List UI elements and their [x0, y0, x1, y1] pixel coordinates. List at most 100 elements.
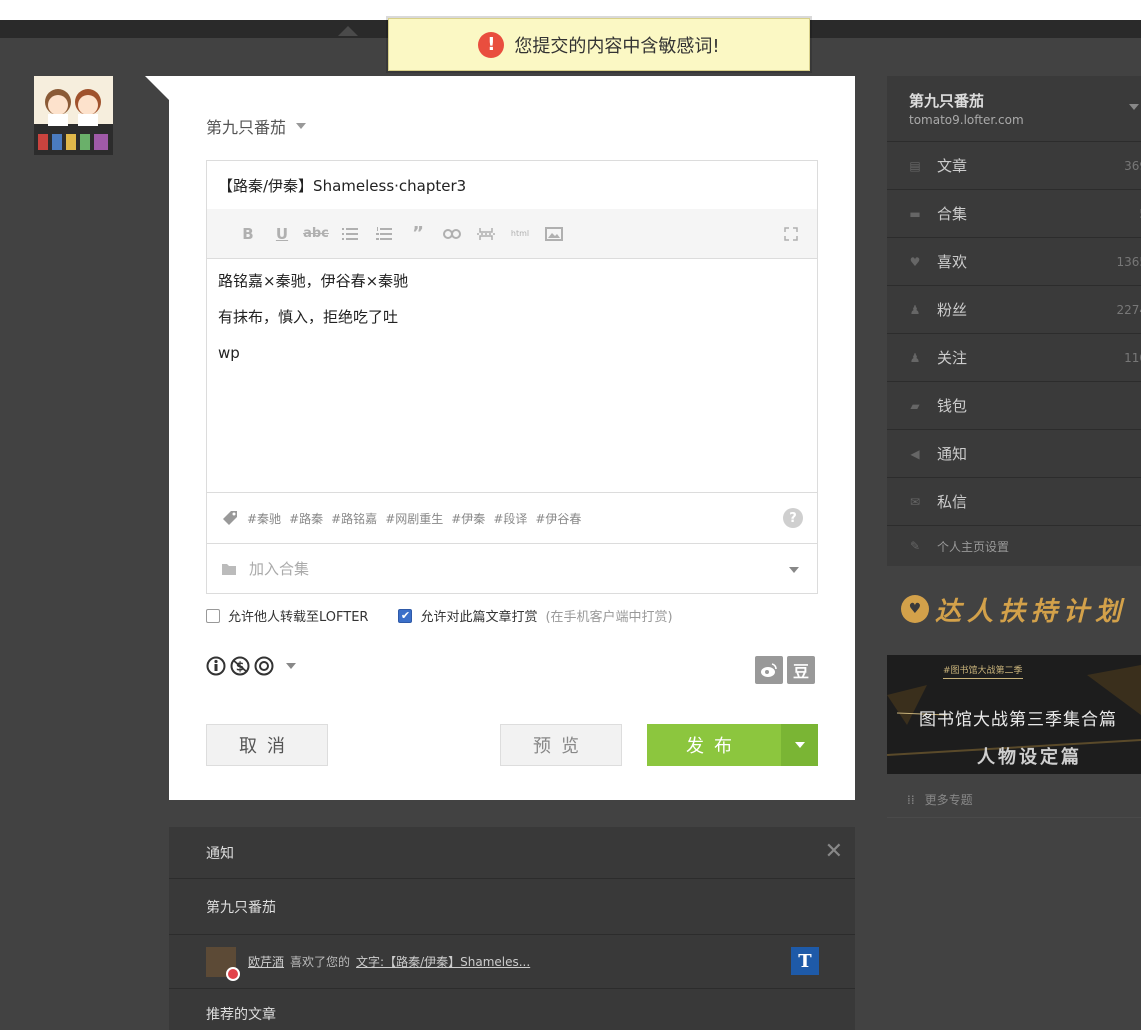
bold-icon[interactable]: B [231, 219, 265, 249]
alert-icon: ! [478, 31, 505, 58]
douban-icon[interactable]: 豆 [787, 656, 815, 684]
sidebar-blog-url: tomato9.lofter.com [909, 113, 1024, 127]
sidebar-item-label: 合集 [937, 205, 968, 223]
bullet-list-icon[interactable] [333, 219, 367, 249]
tag-item[interactable]: #伊秦 [451, 510, 485, 527]
more-topics-link[interactable]: ⁞⁞ 更多专题 [887, 782, 1141, 818]
sidebar-item-following[interactable]: ♟ 关注 110 [887, 334, 1141, 382]
article-icon: ▤ [909, 158, 921, 173]
tag-item[interactable]: #伊谷春 [535, 510, 581, 527]
tag-icon [223, 511, 237, 525]
sidebar-profile-header[interactable]: 第九只番茄 tomato9.lofter.com [887, 76, 1141, 142]
tag-item[interactable]: #路铭嘉 [331, 510, 377, 527]
quote-icon[interactable]: ” [401, 219, 435, 249]
topic-banner[interactable]: #图书馆大战第二季 图书馆大战第三季集合篇 人物设定篇 [887, 655, 1141, 774]
sidebar-item-collections[interactable]: ▬ 合集 5 [887, 190, 1141, 238]
publish-options-button[interactable] [781, 724, 818, 766]
editor-pointer [145, 76, 169, 100]
tag-item[interactable]: #路秦 [289, 510, 323, 527]
link-icon[interactable] [435, 219, 469, 249]
close-icon[interactable]: ✕ [825, 839, 843, 864]
numbered-list-icon[interactable] [367, 219, 401, 249]
profile-settings-label: 个人主页设置 [937, 539, 1010, 554]
cancel-button[interactable]: 取消 [206, 724, 328, 766]
collection-placeholder: 加入合集 [249, 560, 310, 578]
speaker-icon: ◀ [910, 446, 920, 461]
blog-selector[interactable]: 第九只番茄 [206, 114, 307, 138]
profile-settings-link[interactable]: ✎ 个人主页设置 [887, 526, 1141, 566]
sidebar-item-wallet[interactable]: ▰ 钱包 [887, 382, 1141, 430]
notification-user-link[interactable]: 欧芹酒 [248, 953, 284, 970]
underline-icon[interactable]: U [265, 219, 299, 249]
heart-icon: ♥ [909, 254, 921, 269]
wrench-icon: ✎ [909, 539, 921, 553]
allow-reward-checkbox[interactable]: ✔ [398, 608, 413, 623]
allow-repost-checkbox[interactable] [206, 608, 220, 623]
sidebar-item-count: 110 [1124, 350, 1141, 365]
sidebar-item-label: 文章 [937, 157, 968, 175]
recommended-header: 推荐的文章 [169, 989, 855, 1030]
license-selector[interactable]: $ [206, 656, 296, 676]
image-icon[interactable] [537, 219, 571, 249]
sidebar-item-count: 2274 [1116, 302, 1141, 317]
tag-item[interactable]: #秦驰 [247, 510, 281, 527]
warning-message: 您提交的内容中含敏感词! [514, 35, 720, 57]
post-title-input[interactable] [206, 160, 818, 210]
notification-target-link[interactable]: 文字:【路秦/伊秦】Shameles... [356, 953, 530, 970]
post-body-editor[interactable]: 路铭嘉×秦驰，伊谷春×秦驰 有抹布，慎入，拒绝吃了吐 wp [206, 258, 818, 493]
publish-button[interactable]: 发布 [647, 724, 781, 766]
profile-sidebar: 第九只番茄 tomato9.lofter.com ▤ 文章 369 ▬ 合集 5… [887, 76, 1141, 566]
user-avatar[interactable] [34, 76, 113, 155]
recommended-title: 推荐的文章 [206, 1006, 276, 1023]
sidebar-item-label: 关注 [937, 349, 968, 367]
sensitive-word-warning: ! 您提交的内容中含敏感词! [388, 18, 810, 71]
tag-item[interactable]: #段译 [493, 510, 527, 527]
sidebar-item-label: 私信 [937, 493, 968, 511]
tags-field[interactable]: #秦驰 #路秦 #路铭嘉 #网剧重生 #伊秦 #段译 #伊谷春 ? [206, 492, 818, 544]
top-white-strip [0, 0, 1141, 20]
creative-commons-noncommercial-icon: $ [230, 656, 250, 676]
collection-icon: ▬ [909, 206, 921, 221]
sidebar-item-count: 1365 [1116, 254, 1141, 269]
expert-support-banner[interactable]: ♥ 达人扶持计划 [887, 584, 1141, 634]
sidebar-item-notifications[interactable]: ◀ 通知 [887, 430, 1141, 478]
sidebar-item-label: 喜欢 [937, 253, 968, 271]
sidebar-item-label: 通知 [937, 445, 968, 463]
notification-header: 通知 [169, 827, 855, 879]
avatar-illustration-icon [34, 76, 113, 155]
post-editor: 第九只番茄 B U abc ” html 路铭嘉×秦驰，伊谷春×秦驰 有抹布，慎… [169, 76, 855, 800]
page-break-icon[interactable] [469, 219, 503, 249]
body-line-3: wp [218, 344, 240, 362]
allow-reward-label: 允许对此篇文章打赏 [420, 610, 538, 625]
more-topics-label: 更多专题 [924, 793, 973, 807]
creative-commons-attribution-icon [206, 656, 226, 676]
preview-button[interactable]: 预览 [500, 724, 622, 766]
notification-item[interactable]: 欧芹酒 喜欢了您的 文字:【路秦/伊秦】Shameles... T [169, 935, 855, 989]
avatar[interactable] [206, 946, 240, 981]
mail-icon: ✉ [909, 494, 921, 509]
sidebar-item-likes[interactable]: ♥ 喜欢 1365 [887, 238, 1141, 286]
folder-icon [222, 563, 236, 575]
chevron-down-icon [286, 663, 296, 669]
sidebar-item-fans[interactable]: ♟ 粉丝 2274 [887, 286, 1141, 334]
body-line-1: 路铭嘉×秦驰，伊谷春×秦驰 [218, 272, 409, 290]
sidebar-item-messages[interactable]: ✉ 私信 [887, 478, 1141, 526]
sidebar-item-articles[interactable]: ▤ 文章 369 [887, 142, 1141, 190]
wallet-icon: ▰ [910, 398, 920, 413]
follow-icon: ♟ [909, 350, 921, 365]
promo-title: 达人扶持计划 [935, 596, 1128, 627]
blog-selector-label: 第九只番茄 [206, 118, 287, 137]
fullscreen-icon[interactable] [777, 219, 805, 249]
creative-commons-noderivs-icon [254, 656, 274, 676]
fans-icon: ♟ [909, 302, 921, 317]
weibo-icon[interactable] [755, 656, 783, 684]
strikethrough-icon[interactable]: abc [299, 219, 333, 249]
allow-reward-note: (在手机客户端中打赏) [545, 610, 673, 625]
notification-panel: 通知 ✕ 第九只番茄 欧芹酒 喜欢了您的 文字:【路秦/伊秦】Shameles.… [169, 827, 855, 1030]
collection-select[interactable]: 加入合集 [206, 543, 818, 594]
help-icon[interactable]: ? [783, 508, 803, 528]
tag-item[interactable]: #网剧重生 [385, 510, 443, 527]
share-targets: 豆 [755, 656, 815, 684]
html-icon[interactable]: html [503, 219, 537, 249]
sidebar-item-label: 钱包 [937, 397, 968, 415]
